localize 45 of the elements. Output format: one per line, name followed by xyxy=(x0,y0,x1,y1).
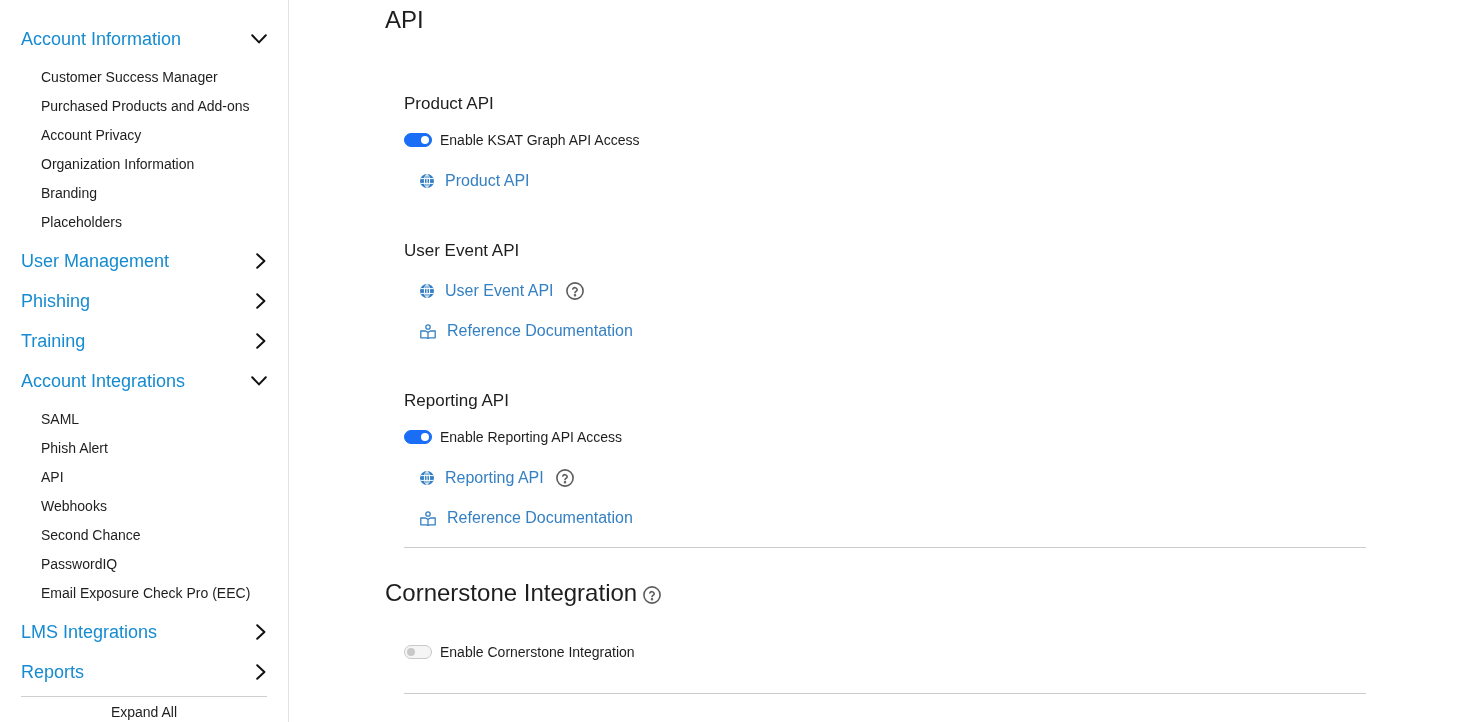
help-icon[interactable] xyxy=(565,282,584,300)
person-book-icon xyxy=(420,510,436,526)
toggle-label: Enable Cornerstone Integration xyxy=(440,642,635,662)
sidebar-item[interactable]: Phish Alert xyxy=(41,434,108,463)
toggle-switch[interactable] xyxy=(404,133,432,147)
globe-icon xyxy=(420,471,434,485)
sidebar-item[interactable]: API xyxy=(41,463,64,492)
sidebar-group-header[interactable]: User Management xyxy=(21,241,267,281)
sidebar-item[interactable]: Second Chance xyxy=(41,521,141,550)
sidebar-item[interactable]: SAML xyxy=(41,405,80,434)
expand-all-button[interactable]: Expand All xyxy=(110,704,178,720)
page-title: API xyxy=(385,5,424,35)
documentation-link[interactable]: Reference Documentation xyxy=(420,506,633,530)
sidebar-group-header[interactable]: Reports xyxy=(21,652,267,692)
sidebar-item[interactable]: Purchased Products and Add-ons xyxy=(41,92,250,121)
api-link[interactable]: Product API xyxy=(420,169,530,193)
documentation-link[interactable]: Reference Documentation xyxy=(420,319,633,343)
toggle-switch[interactable] xyxy=(404,645,432,659)
globe-icon xyxy=(420,174,434,188)
sidebar-item[interactable]: Branding xyxy=(41,179,98,208)
sidebar-group-header[interactable]: Training xyxy=(21,321,267,361)
section-heading: Product API xyxy=(404,93,494,115)
sidebar-item[interactable]: Email Exposure Check Pro (EEC) xyxy=(41,579,251,608)
toggle-switch[interactable] xyxy=(404,430,432,444)
sidebar-group-header[interactable]: LMS Integrations xyxy=(21,612,267,652)
help-icon[interactable] xyxy=(643,586,662,604)
sidebar-item[interactable]: Placeholders xyxy=(41,208,122,237)
person-book-icon xyxy=(420,323,436,339)
globe-icon xyxy=(420,284,434,298)
toggle-label: Enable KSAT Graph API Access xyxy=(440,130,640,150)
sidebar-group-header[interactable]: Account Integrations xyxy=(21,361,267,401)
integration-title: Cornerstone Integration xyxy=(385,578,638,608)
sidebar-group-header[interactable]: Phishing xyxy=(21,281,267,321)
sidebar-item[interactable]: Customer Success Manager xyxy=(41,63,218,92)
sidebar-item[interactable]: PasswordIQ xyxy=(41,550,118,579)
api-link[interactable]: Reporting API xyxy=(420,466,544,490)
toggle-label: Enable Reporting API Access xyxy=(440,427,623,447)
section-heading: Reporting API xyxy=(404,390,509,412)
sidebar-item[interactable]: Organization Information xyxy=(41,150,195,179)
api-link[interactable]: User Event API xyxy=(420,279,554,303)
sidebar-group-header[interactable]: Account Information xyxy=(21,19,267,59)
sidebar-item[interactable]: Account Privacy xyxy=(41,121,142,150)
section-heading: User Event API xyxy=(404,240,520,262)
help-icon[interactable] xyxy=(555,469,574,487)
sidebar-item[interactable]: Webhooks xyxy=(41,492,107,521)
